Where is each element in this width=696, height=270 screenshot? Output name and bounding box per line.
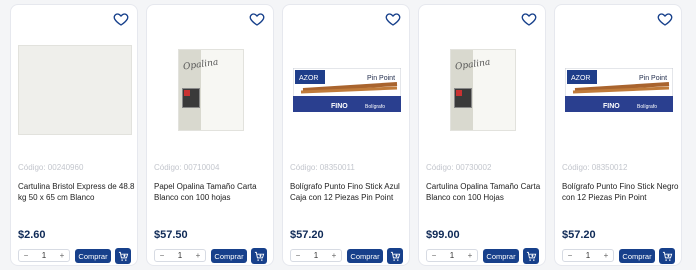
add-to-cart-button[interactable]: [659, 248, 675, 264]
quantity-value[interactable]: 1: [178, 251, 182, 260]
buy-button[interactable]: Comprar: [211, 249, 247, 263]
pen-box-image: AZOR Pin Point FINO Bolígrafo: [565, 68, 673, 112]
box-small: Bolígrafo: [637, 104, 657, 110]
product-code: Código: 00710004: [154, 163, 220, 172]
increase-button[interactable]: +: [330, 251, 338, 260]
decrease-button[interactable]: −: [158, 251, 166, 260]
cart-plus-icon: [118, 251, 128, 261]
product-image[interactable]: [18, 35, 132, 145]
box-label: FINO: [603, 103, 620, 110]
product-code: Código: 00240960: [18, 163, 84, 172]
cart-plus-icon: [390, 251, 400, 261]
buy-button[interactable]: Comprar: [483, 249, 519, 263]
buy-button[interactable]: Comprar: [75, 249, 111, 263]
quantity-value[interactable]: 1: [586, 251, 590, 260]
quantity-value[interactable]: 1: [314, 251, 318, 260]
decrease-button[interactable]: −: [430, 251, 438, 260]
decrease-button[interactable]: −: [566, 251, 574, 260]
quantity-stepper: − 1 +: [290, 249, 342, 262]
cart-plus-icon: [526, 251, 536, 261]
product-carousel: Código: 00240960 Cartulina Bristol Expre…: [0, 0, 696, 270]
box-label: FINO: [331, 103, 348, 110]
increase-button[interactable]: +: [58, 251, 66, 260]
buy-button[interactable]: Comprar: [619, 249, 655, 263]
add-to-cart-button[interactable]: [523, 248, 539, 264]
product-card[interactable]: AZOR Pin Point FINO Bolígrafo Código: 08…: [554, 4, 682, 266]
product-price: $57.20: [562, 229, 596, 241]
heart-icon[interactable]: [249, 11, 265, 27]
add-to-cart-button[interactable]: [251, 248, 267, 264]
heart-icon[interactable]: [521, 11, 537, 27]
product-code: Código: 08350011: [290, 163, 355, 172]
quantity-stepper: − 1 +: [18, 249, 70, 262]
product-title[interactable]: Papel Opalina Tamaño Carta Blanco con 10…: [154, 181, 272, 203]
quantity-stepper: − 1 +: [154, 249, 206, 262]
product-title[interactable]: Bolígrafo Punto Fino Stick Negro con 12 …: [562, 181, 680, 203]
decrease-button[interactable]: −: [294, 251, 302, 260]
box-brand: AZOR: [299, 75, 318, 82]
box-product-name: Pin Point: [367, 75, 395, 82]
product-card[interactable]: AZOR Pin Point FINO Bolígrafo Código: 08…: [282, 4, 410, 266]
product-code: Código: 00730002: [426, 163, 492, 172]
product-title[interactable]: Cartulina Opalina Tamaño Carta Blanco co…: [426, 181, 544, 203]
heart-icon[interactable]: [385, 11, 401, 27]
product-image[interactable]: Opalina: [426, 35, 540, 145]
cart-plus-icon: [662, 251, 672, 261]
increase-button[interactable]: +: [194, 251, 202, 260]
opalina-pack-image: Opalina: [178, 49, 244, 131]
product-price: $57.50: [154, 229, 188, 241]
product-card[interactable]: Opalina Código: 00710004 Papel Opalina T…: [146, 4, 274, 266]
quantity-stepper: − 1 +: [426, 249, 478, 262]
increase-button[interactable]: +: [602, 251, 610, 260]
add-to-cart-button[interactable]: [115, 248, 131, 264]
product-price: $57.20: [290, 229, 324, 241]
paper-sheet-image: [18, 45, 132, 135]
product-card[interactable]: Código: 00240960 Cartulina Bristol Expre…: [10, 4, 138, 266]
quantity-value[interactable]: 1: [42, 251, 46, 260]
buy-button[interactable]: Comprar: [347, 249, 383, 263]
product-title[interactable]: Bolígrafo Punto Fino Stick Azul Caja con…: [290, 181, 408, 203]
heart-icon[interactable]: [113, 11, 129, 27]
quantity-value[interactable]: 1: [450, 251, 454, 260]
add-to-cart-button[interactable]: [387, 248, 403, 264]
product-title[interactable]: Cartulina Bristol Express de 48.8 kg 50 …: [18, 181, 136, 203]
decrease-button[interactable]: −: [22, 251, 30, 260]
box-product-name: Pin Point: [639, 75, 667, 82]
quantity-stepper: − 1 +: [562, 249, 614, 262]
product-card[interactable]: Opalina Código: 00730002 Cartulina Opali…: [418, 4, 546, 266]
pen-box-image: AZOR Pin Point FINO Bolígrafo: [293, 68, 401, 112]
box-brand: AZOR: [571, 75, 590, 82]
product-price: $99.00: [426, 229, 460, 241]
heart-icon[interactable]: [657, 11, 673, 27]
product-code: Código: 08350012: [562, 163, 628, 172]
product-image[interactable]: AZOR Pin Point FINO Bolígrafo: [562, 35, 676, 145]
product-image[interactable]: Opalina: [154, 35, 268, 145]
increase-button[interactable]: +: [466, 251, 474, 260]
product-price: $2.60: [18, 229, 46, 241]
cart-plus-icon: [254, 251, 264, 261]
product-image[interactable]: AZOR Pin Point FINO Bolígrafo: [290, 35, 404, 145]
opalina-pack-image: Opalina: [450, 49, 516, 131]
box-small: Bolígrafo: [365, 104, 385, 110]
